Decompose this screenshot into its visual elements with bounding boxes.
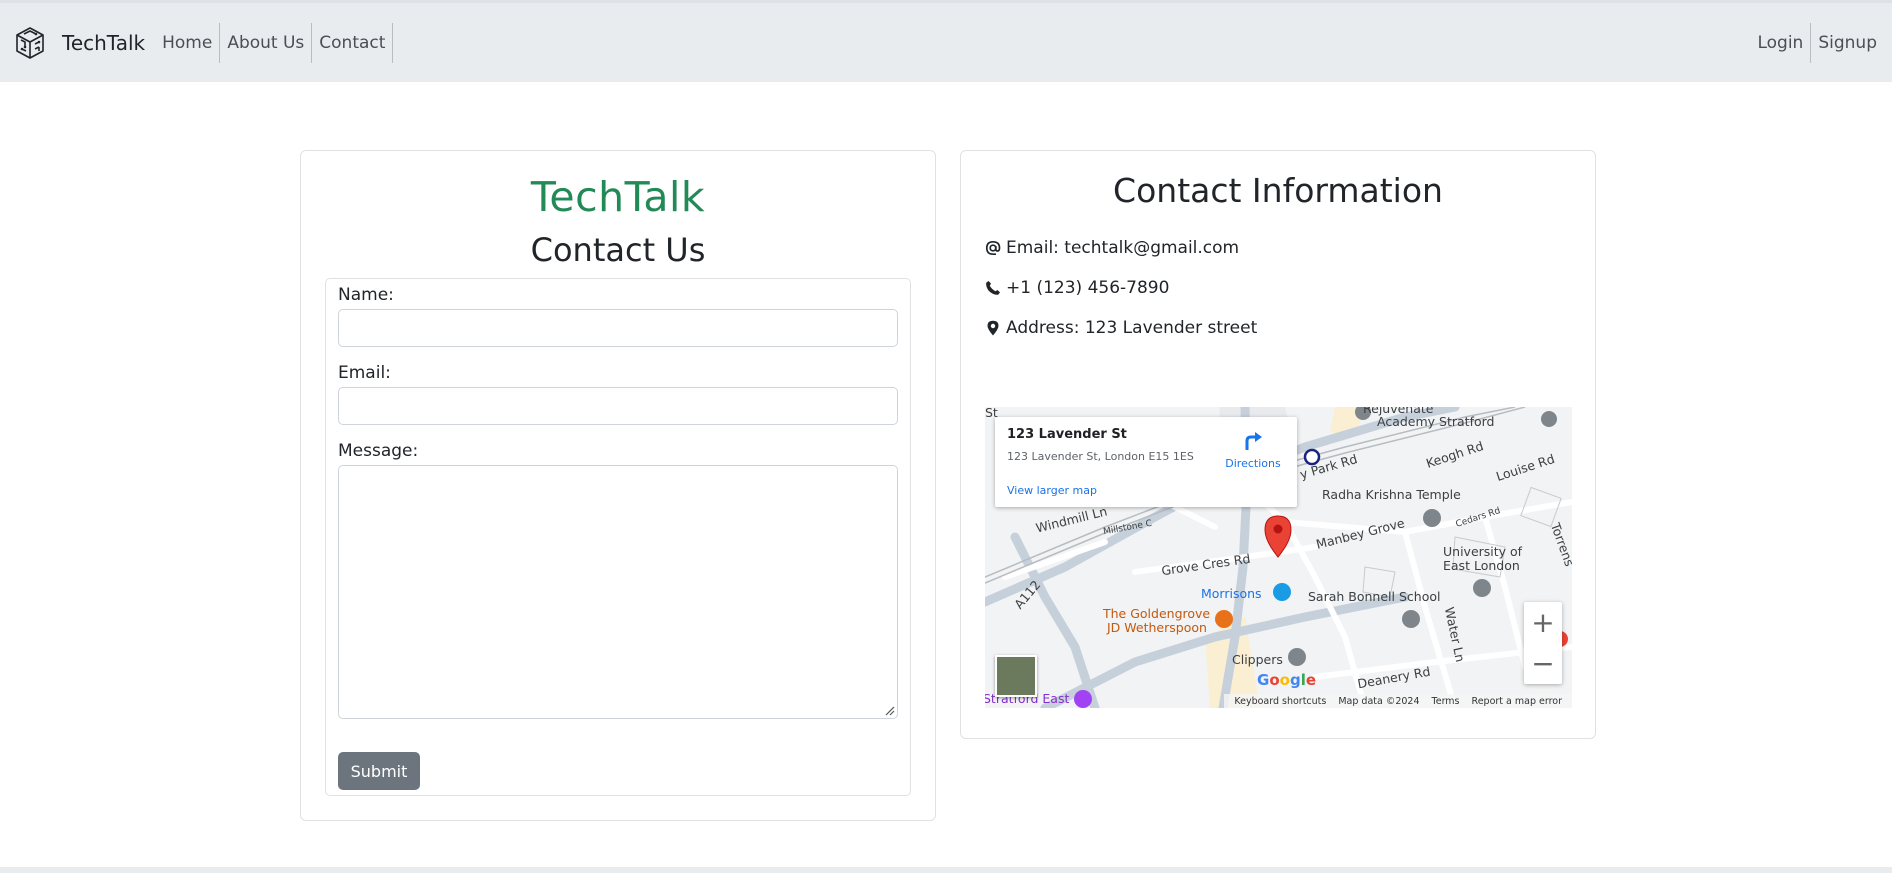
map-footer: Keyboard shortcuts Map data ©2024 Terms …	[1224, 694, 1572, 708]
keyboard-shortcuts-link[interactable]: Keyboard shortcuts	[1228, 696, 1332, 707]
map-label: JD Wetherspoon	[1107, 620, 1207, 635]
name-input[interactable]	[338, 309, 898, 347]
zoom-controls: + −	[1524, 602, 1562, 684]
directions-label: Directions	[1225, 457, 1281, 470]
email-input[interactable]	[338, 387, 898, 425]
phone-row: +1 (123) 456-7890	[985, 278, 1169, 298]
report-map-error-link[interactable]: Report a map error	[1466, 696, 1568, 707]
message-textarea[interactable]	[338, 465, 898, 719]
satellite-toggle-button[interactable]	[995, 655, 1037, 697]
name-label: Name:	[338, 285, 394, 305]
at-sign-icon	[985, 240, 1001, 256]
map-label: East London	[1443, 558, 1520, 573]
email-label: Email:	[338, 363, 391, 383]
zoom-out-button[interactable]: −	[1524, 643, 1562, 684]
map-label: The Goldengrove	[1103, 606, 1211, 621]
phone-text: +1 (123) 456-7890	[1006, 278, 1170, 298]
map-label: Sarah Bonnell School	[1308, 589, 1441, 604]
zoom-in-button[interactable]: +	[1524, 602, 1562, 643]
directions-icon	[1245, 432, 1262, 450]
email-row: Email: techtalk@gmail.com	[985, 238, 1239, 258]
directions-button[interactable]: Directions	[1220, 429, 1286, 470]
view-larger-map-link[interactable]: View larger map	[1007, 484, 1097, 497]
form-brand-title: TechTalk	[530, 173, 706, 221]
nav-links: Home About Us Contact	[155, 22, 394, 63]
message-label: Message:	[338, 441, 419, 461]
circuit-cube-logo-icon	[16, 26, 44, 59]
map-data-text: Map data ©2024	[1338, 695, 1420, 707]
nav-about-link[interactable]: About Us	[220, 22, 313, 63]
contact-form: Name: Email: Message: Submit	[325, 278, 911, 796]
terms-link[interactable]: Terms	[1426, 696, 1466, 707]
contact-info-card: Contact Information Email: techtalk@gmai…	[960, 150, 1596, 739]
footer-border	[0, 867, 1892, 873]
map-label: Radha Krishna Temple	[1322, 487, 1461, 502]
google-logo: Google	[1257, 671, 1317, 689]
map-label: Academy Stratford	[1377, 414, 1495, 429]
nav-contact-link[interactable]: Contact	[312, 22, 394, 63]
login-link[interactable]: Login	[1750, 22, 1812, 63]
address-row: Address: 123 Lavender street	[985, 318, 1257, 338]
contact-info-heading: Contact Information	[1113, 171, 1443, 210]
email-text: Email: techtalk@gmail.com	[1006, 238, 1240, 258]
brand-name: TechTalk	[62, 30, 146, 55]
contact-form-card: TechTalk Contact Us Name: Email: Message…	[300, 150, 936, 821]
map-place-title: 123 Lavender St	[1007, 427, 1127, 442]
navbar: TechTalk Home About Us Contact Login Sig…	[0, 3, 1892, 82]
signup-link[interactable]: Signup	[1811, 23, 1884, 63]
address-text: Address: 123 Lavender street	[1006, 318, 1258, 338]
nav-home-link[interactable]: Home	[155, 22, 221, 63]
embedded-map[interactable]: Rejuvenate Academy Stratford St Keogh Rd…	[985, 407, 1572, 708]
location-pin-icon	[987, 320, 999, 336]
contact-us-heading: Contact Us	[530, 231, 706, 269]
map-label: Clippers	[1232, 652, 1283, 667]
brand-link[interactable]: TechTalk	[12, 25, 155, 61]
submit-button[interactable]: Submit	[338, 752, 420, 790]
map-place-card: 123 Lavender St 123 Lavender St, London …	[995, 417, 1297, 507]
auth-links: Login Signup	[1750, 22, 1884, 63]
map-place-address: 123 Lavender St, London E15 1ES	[1007, 450, 1194, 463]
phone-icon	[986, 281, 1000, 295]
map-label: Morrisons	[1201, 586, 1262, 601]
resize-grip-icon[interactable]	[883, 704, 895, 716]
map-label: University of	[1443, 544, 1523, 559]
